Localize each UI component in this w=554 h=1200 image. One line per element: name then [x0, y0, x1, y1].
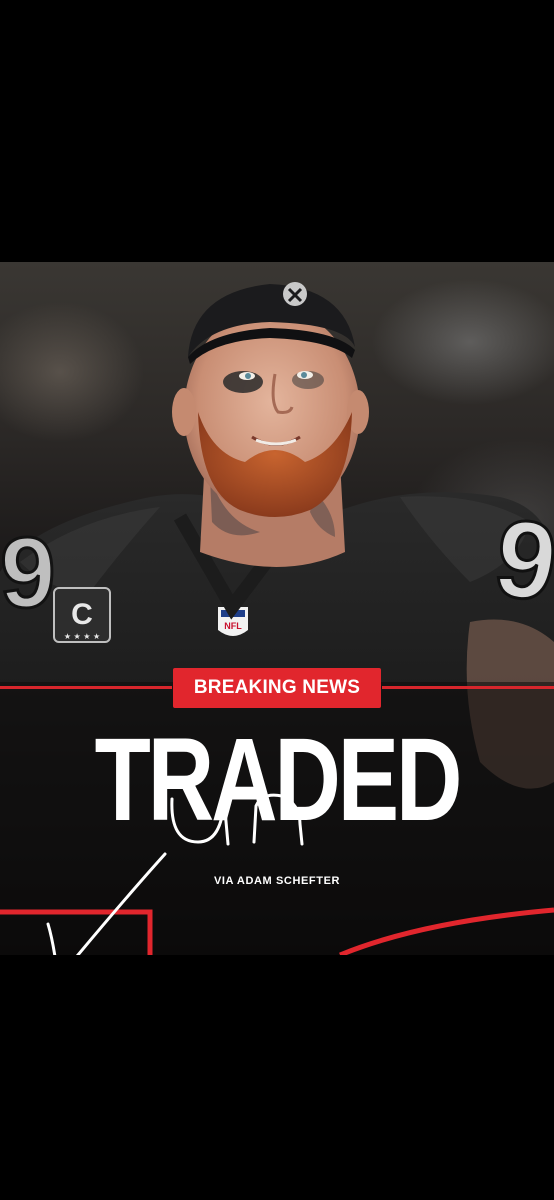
svg-text:9: 9: [0, 517, 56, 629]
svg-text:★ ★ ★ ★: ★ ★ ★ ★: [64, 632, 100, 641]
svg-text:NFL: NFL: [224, 621, 242, 631]
letterbox-bottom: [0, 955, 554, 1200]
svg-text:C: C: [71, 598, 93, 631]
red-stripe-left: [0, 686, 172, 689]
red-bottom-accents: [0, 907, 554, 955]
breaking-news-label: BREAKING NEWS: [193, 677, 361, 698]
breaking-news-badge: BREAKING NEWS: [173, 668, 381, 708]
source-credit: VIA ADAM SCHEFTER: [213, 875, 341, 887]
captain-patch: C ★ ★ ★ ★: [53, 587, 111, 643]
raiders-cap-logo: [283, 282, 307, 306]
player-photo: 9 9 C ★ ★ ★ ★ NFL: [0, 282, 554, 955]
breaking-news-graphic: 9 9 C ★ ★ ★ ★ NFL BREAKING NEWS TRADED V…: [0, 262, 554, 955]
red-stripe-right: [382, 686, 554, 689]
letterbox-top: [0, 0, 554, 262]
headline-traded: TRADED: [94, 714, 463, 846]
